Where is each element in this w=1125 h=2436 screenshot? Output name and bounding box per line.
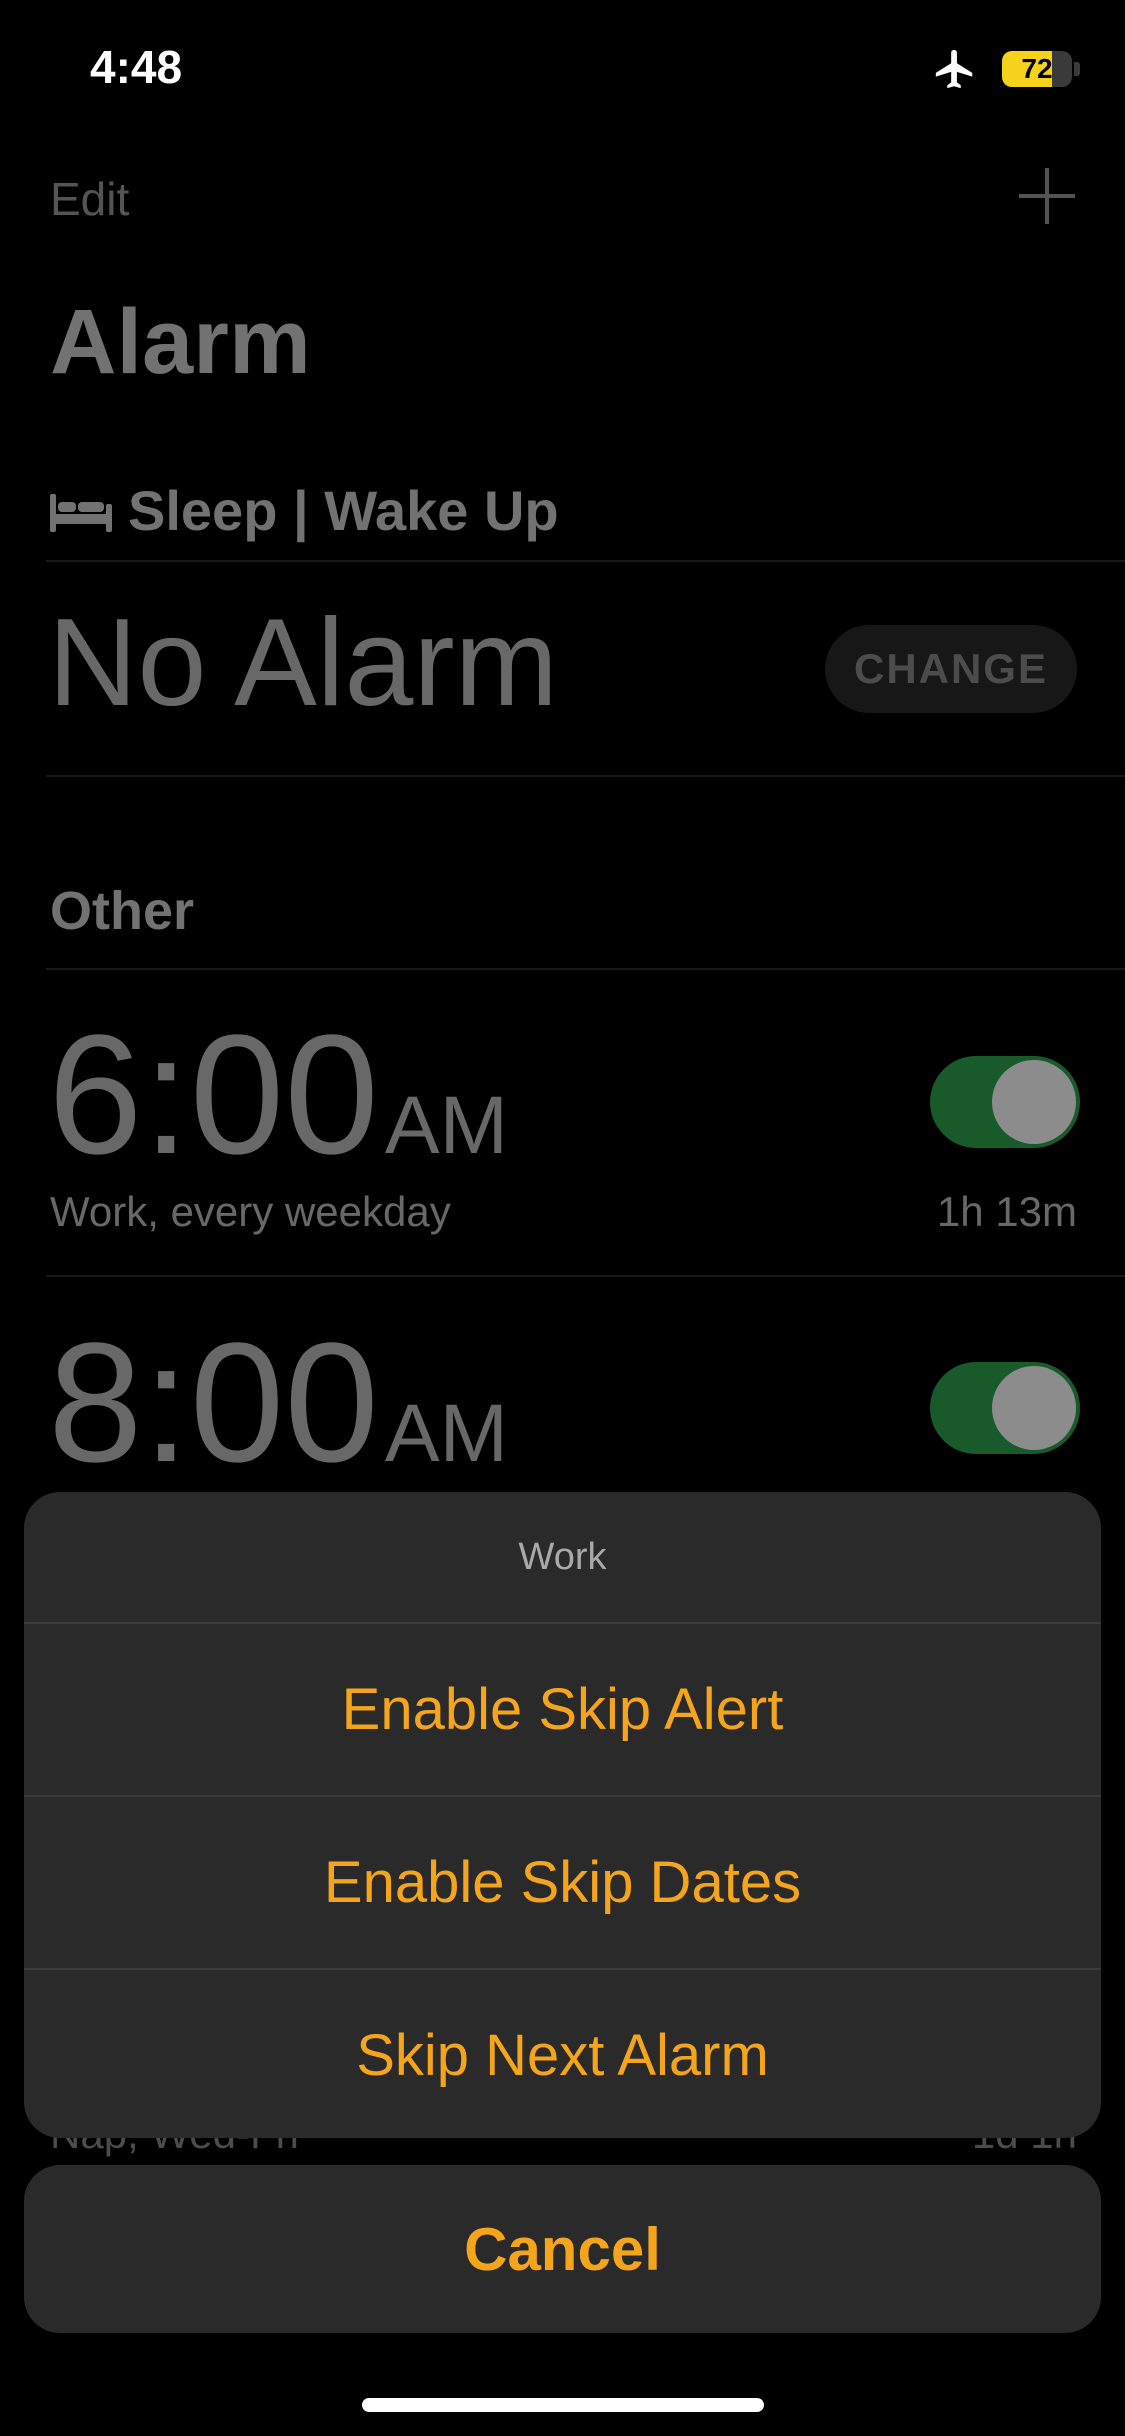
divider	[46, 775, 1125, 777]
sleep-heading: Sleep | Wake Up	[50, 478, 559, 543]
enable-skip-alert-button[interactable]: Enable Skip Alert	[24, 1624, 1101, 1797]
sleep-heading-label: Sleep | Wake Up	[128, 479, 559, 542]
action-sheet: Work Enable Skip Alert Enable Skip Dates…	[24, 1492, 1101, 2138]
alarm-time-value: 8:00	[48, 1308, 379, 1498]
bed-icon	[50, 493, 112, 532]
alarm-label-1: Work, every weekday	[50, 1188, 451, 1235]
alarm-ampm: AM	[384, 1388, 508, 1479]
alarm-toggle-2[interactable]	[930, 1362, 1080, 1454]
toggle-knob	[992, 1366, 1076, 1450]
edit-button[interactable]: Edit	[50, 172, 129, 226]
alarm-toggle-1[interactable]	[930, 1056, 1080, 1148]
toggle-knob	[992, 1060, 1076, 1144]
skip-next-alarm-button[interactable]: Skip Next Alarm	[24, 1970, 1101, 2138]
enable-skip-dates-button[interactable]: Enable Skip Dates	[24, 1797, 1101, 1970]
alarm-time-1[interactable]: 6:00AM	[48, 1010, 508, 1180]
divider	[46, 560, 1125, 562]
alarm-time-value: 6:00	[48, 1000, 379, 1190]
change-button[interactable]: CHANGE	[825, 625, 1077, 713]
action-sheet-title: Work	[24, 1492, 1101, 1624]
alarm-time-2[interactable]: 8:00AM	[48, 1318, 508, 1488]
page-title: Alarm	[50, 291, 311, 393]
screen: 4:48 72 Edit Alarm Sleep | Wake Up No Al…	[0, 0, 1125, 2436]
cancel-button[interactable]: Cancel	[24, 2165, 1101, 2333]
plus-icon[interactable]	[1019, 168, 1075, 224]
sleep-status: No Alarm	[48, 594, 558, 732]
home-indicator[interactable]	[362, 2398, 764, 2412]
divider	[46, 968, 1125, 970]
other-heading: Other	[50, 881, 195, 941]
alarm-ampm: AM	[384, 1080, 508, 1171]
alarm-remaining-1: 1h 13m	[936, 1188, 1077, 1235]
divider	[46, 1275, 1125, 1277]
